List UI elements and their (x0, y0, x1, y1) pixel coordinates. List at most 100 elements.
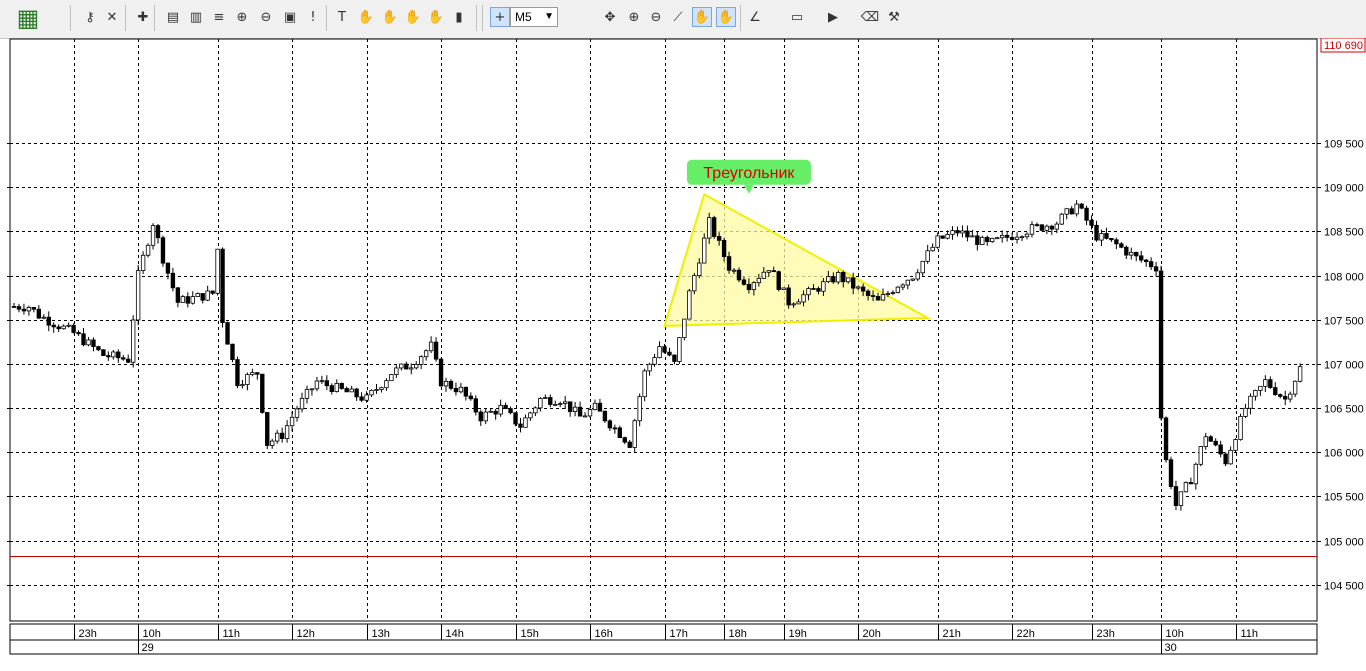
hand-icon[interactable]: ✋ (426, 7, 446, 27)
candle-body (602, 410, 608, 422)
candle-body (667, 351, 672, 356)
candle-body (86, 339, 91, 346)
candle-body (890, 292, 896, 294)
candle-body (682, 318, 687, 339)
label-icon[interactable]: ▭ (787, 7, 807, 27)
indicators-icon[interactable]: ▮ (449, 7, 469, 27)
candle-body (210, 290, 215, 294)
candle-body (860, 286, 866, 292)
candle-body (1079, 203, 1084, 209)
candle-body (533, 407, 538, 414)
tools-icon[interactable]: ⚒ (884, 7, 904, 27)
candle-body (16, 306, 22, 310)
candle-body (826, 276, 831, 283)
y-tick-label: 105 000 (1324, 537, 1364, 549)
hand-icon[interactable]: ✋ (380, 7, 400, 27)
candle-body (1124, 246, 1129, 256)
candle-body (240, 384, 245, 387)
candle-body (389, 374, 394, 382)
candle-body (135, 270, 141, 321)
candle-body (657, 346, 662, 359)
toolbar-separator (476, 5, 477, 31)
app-logo-icon[interactable]: ▦ (12, 2, 44, 34)
candle-body (895, 286, 901, 293)
candle-body (488, 410, 493, 413)
candle-body (875, 296, 881, 301)
toolbar-separator (326, 5, 327, 31)
candle-body (394, 367, 399, 375)
candle-body (880, 294, 886, 301)
candle-body (155, 225, 161, 239)
candle-body (1134, 251, 1139, 257)
annotation-text: Треугольник (703, 165, 795, 182)
hand-icon[interactable]: ✋ (356, 7, 376, 27)
candle-body (374, 389, 379, 391)
candle-body (235, 359, 240, 387)
timeframe-select[interactable]: M5 ▼ (510, 7, 558, 27)
candle-body (1258, 385, 1263, 391)
candle-body (284, 425, 290, 439)
candle-body (409, 367, 414, 370)
candle-body (617, 427, 622, 439)
key-icon[interactable]: ⚷ (80, 7, 100, 27)
hand-scroll-icon[interactable]: ✋ (692, 7, 712, 27)
candle-body (1059, 213, 1064, 225)
move-icon[interactable]: ✥ (600, 7, 620, 27)
line-chart-icon[interactable]: ≡ (209, 7, 229, 27)
candle-body (270, 440, 275, 446)
candle-body (81, 333, 86, 346)
text-tool-icon[interactable]: T (332, 7, 352, 27)
template-icon[interactable]: ▣ (280, 7, 300, 27)
candle-body (1129, 251, 1134, 256)
trendline-icon[interactable]: ∠ (745, 7, 765, 27)
candle-body (950, 230, 955, 235)
x-tick-label: 17h (670, 628, 688, 640)
candle-body (334, 383, 339, 392)
candle-body (955, 230, 960, 234)
zoom-in-small-icon[interactable]: ⊕ (624, 7, 644, 27)
candle-body (587, 409, 593, 417)
candle-body (478, 411, 483, 422)
candle-body (414, 364, 419, 369)
candle-body (975, 235, 980, 245)
toolbar-separator (482, 5, 483, 31)
candle-body (816, 288, 821, 292)
candle-body (1139, 255, 1144, 261)
candle-body (260, 373, 265, 413)
candle-body (309, 388, 315, 391)
candle-body (443, 380, 449, 387)
hand-icon[interactable]: ✋ (403, 7, 423, 27)
x-tick-label: 11h (223, 628, 241, 640)
x-tick-label: 23h (1097, 628, 1115, 640)
price-chart[interactable]: 109 500 109 000 108 500 108 000 107 500 107 0… (0, 38, 1366, 671)
candle-body (597, 402, 603, 412)
period-separator-icon[interactable]: ! (303, 7, 323, 27)
candle-body (637, 396, 642, 422)
delete-objects-icon[interactable]: ✕ (102, 7, 122, 27)
candle-body (716, 236, 722, 241)
candle-body (225, 322, 230, 345)
new-chart-icon[interactable]: ✚ (133, 7, 153, 27)
candle-body (1228, 449, 1233, 465)
candle-body (841, 272, 846, 283)
hand-drag-icon[interactable]: ✋ (716, 7, 736, 27)
candle-body (865, 290, 871, 296)
candle-body (1158, 270, 1164, 419)
zoom-in-icon[interactable]: ⊕ (232, 7, 252, 27)
candle-body (741, 279, 747, 285)
eraser-icon[interactable]: ⌫ (860, 7, 880, 27)
zoom-out-small-icon[interactable]: ⊖ (646, 7, 666, 27)
candle-body (1014, 236, 1020, 240)
crosshair-icon[interactable]: + (490, 7, 510, 27)
y-tick-label: 109 000 (1324, 183, 1364, 195)
x-tick-label: 22h (1017, 628, 1035, 640)
candle-body (642, 370, 647, 398)
zoom-out-icon[interactable]: ⊖ (256, 7, 276, 27)
ruler-icon[interactable]: ⟋ (668, 7, 688, 27)
candle-body (1278, 394, 1283, 397)
candle-chart-icon[interactable]: ▥ (186, 7, 206, 27)
bar-chart-icon[interactable]: ▤ (163, 7, 183, 27)
candle-body (995, 237, 1000, 240)
candle-body (1153, 266, 1159, 272)
arrow-icon[interactable]: ▶ (823, 7, 843, 27)
